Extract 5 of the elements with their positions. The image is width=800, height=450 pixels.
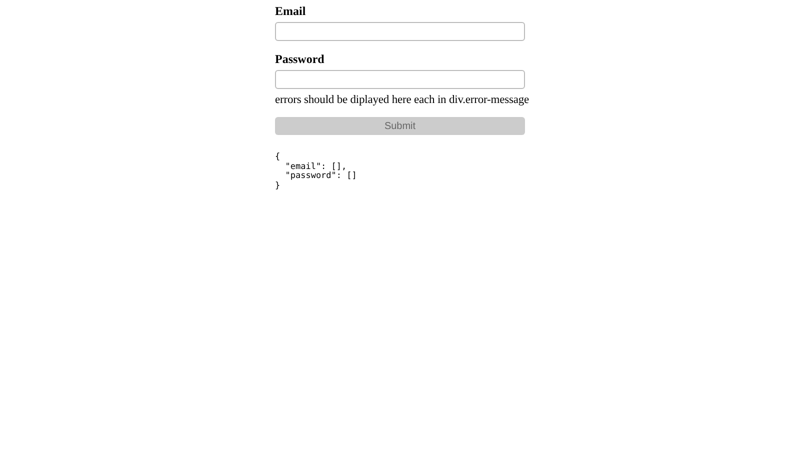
- password-field[interactable]: [275, 70, 525, 89]
- field-label: Password: [275, 52, 326, 66]
- json-output: { "email": [], "password": [] }: [275, 153, 357, 192]
- field-label: Email: [275, 4, 307, 18]
- email-field[interactable]: [275, 22, 525, 41]
